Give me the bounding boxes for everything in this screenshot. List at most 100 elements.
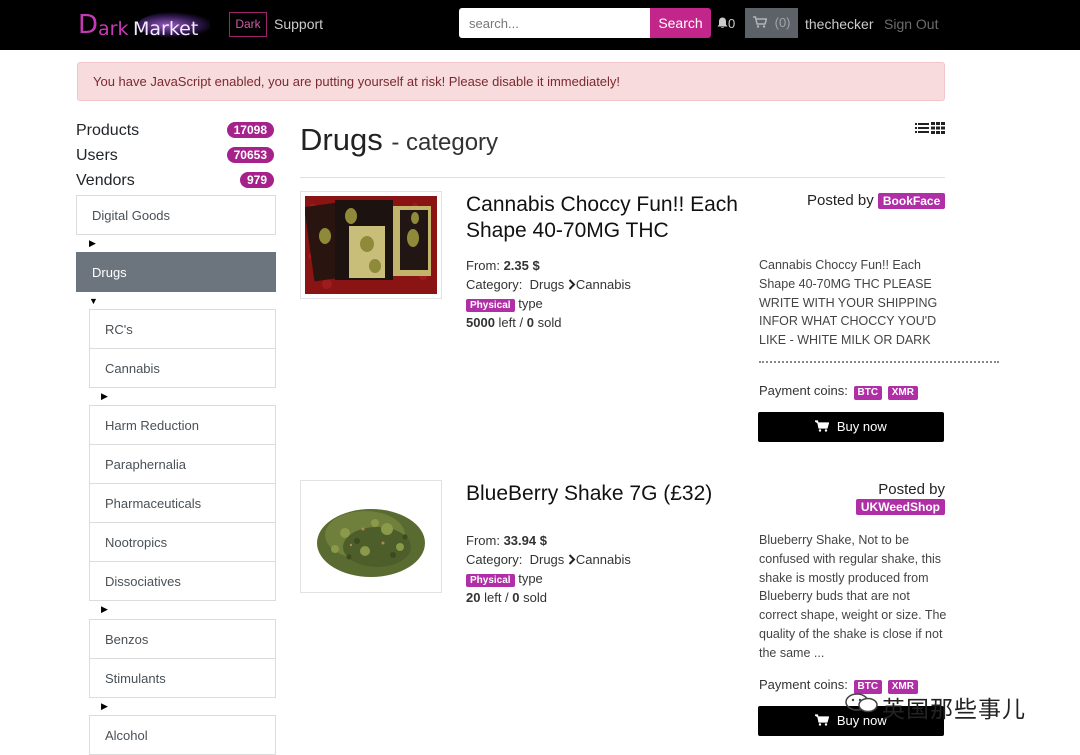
support-link[interactable]: Support xyxy=(274,16,323,32)
category-digital-goods[interactable]: Digital Goods xyxy=(76,195,276,235)
posted-by-label: Posted by xyxy=(878,481,945,498)
expand-arrow-icon[interactable]: ▶ xyxy=(101,604,108,615)
grid-view-icon[interactable] xyxy=(931,122,945,134)
wechat-icon xyxy=(845,693,878,713)
logo-letter-d: D xyxy=(78,10,99,40)
stat-count-badge: 17098 xyxy=(226,122,274,138)
payment-coins: Payment coins: BTC XMR xyxy=(759,383,918,400)
subcategory-cannabis[interactable]: Cannabis xyxy=(89,348,276,388)
stock-left-label: left / xyxy=(484,590,509,605)
stat-count-badge: 979 xyxy=(239,172,274,188)
subcategory-alcohol[interactable]: Alcohol xyxy=(89,715,276,755)
user-profile-link[interactable]: thechecker xyxy=(805,16,873,32)
type-badge: Physical xyxy=(466,299,515,312)
subcategory-nootropics[interactable]: Nootropics xyxy=(89,522,276,562)
expand-arrow-icon[interactable]: ▶ xyxy=(101,391,108,402)
collapse-arrow-icon[interactable]: ▼ xyxy=(89,296,98,306)
product-details: From: 2.35 $ Category: Drugs Cannabis Ph… xyxy=(466,256,631,332)
logo-text-market: Market xyxy=(133,18,199,40)
subcategory-paraphernalia[interactable]: Paraphernalia xyxy=(89,444,276,484)
page-title-category: Drugs xyxy=(300,122,383,157)
subcategory-pharmaceuticals[interactable]: Pharmaceuticals xyxy=(89,483,276,523)
stat-label: Vendors xyxy=(76,172,135,189)
stock-left: 20 xyxy=(466,590,481,605)
logo-text-ark: ark xyxy=(98,18,129,40)
stat-label: Products xyxy=(76,122,140,139)
product-description: Blueberry Shake, Not to be confused with… xyxy=(759,533,947,660)
notifications-count: 0 xyxy=(728,16,736,31)
category-label: Category: xyxy=(466,277,523,292)
stat-label: Users xyxy=(76,147,118,164)
sold-count: 0 xyxy=(512,590,520,605)
from-label: From: xyxy=(466,258,500,273)
sold-label: sold xyxy=(523,590,548,605)
product-title-line: BlueBerry Shake 7G (£32) xyxy=(466,482,713,505)
cart-icon xyxy=(813,420,830,432)
cart-count: (0) xyxy=(774,15,791,30)
subcategory-benzos[interactable]: Benzos xyxy=(89,619,276,659)
type-badge: Physical xyxy=(466,574,515,587)
price: 33.94 $ xyxy=(503,533,547,548)
stock-left: 5000 xyxy=(466,315,495,330)
coin-badge-xmr: XMR xyxy=(887,386,918,400)
product-image-link[interactable] xyxy=(300,191,442,299)
search-button[interactable]: Search xyxy=(650,8,711,38)
subcategory-stimulants[interactable]: Stimulants xyxy=(89,658,276,698)
sign-out-link[interactable]: Sign Out xyxy=(884,16,938,32)
product-title-link[interactable]: Cannabis Choccy Fun!! Each Shape 40-70MG… xyxy=(466,192,738,244)
product-image-link[interactable] xyxy=(300,480,442,593)
sold-label: sold xyxy=(537,315,562,330)
theme-toggle-button[interactable]: Dark xyxy=(229,12,267,37)
notifications-link[interactable]: 0 xyxy=(717,16,735,31)
product-title-link[interactable]: BlueBerry Shake 7G (£32) xyxy=(466,481,712,507)
stat-users: Users 70653 xyxy=(76,145,276,167)
expand-arrow-icon[interactable]: ▶ xyxy=(89,238,96,249)
top-navbar: D ark Market Dark Support Search 0 (0) t… xyxy=(0,0,1080,50)
bell-icon xyxy=(717,17,728,29)
buy-now-label: Buy now xyxy=(836,419,887,434)
header-divider xyxy=(300,177,945,178)
description-divider xyxy=(759,361,999,363)
buy-now-button[interactable]: Buy now xyxy=(758,412,944,442)
category-child-link[interactable]: Cannabis xyxy=(576,552,631,567)
product-image-chocolate xyxy=(304,196,437,294)
product-title-line: Shape 40-70MG THC xyxy=(466,219,669,242)
type-label: type xyxy=(518,571,543,586)
coin-badge-btc: BTC xyxy=(853,386,883,400)
javascript-warning-alert: You have JavaScript enabled, you are put… xyxy=(77,62,945,101)
stat-vendors: Vendors 979 xyxy=(76,170,276,192)
subcategory-harm-reduction[interactable]: Harm Reduction xyxy=(89,405,276,445)
product-details: From: 33.94 $ Category: Drugs Cannabis P… xyxy=(466,531,631,607)
search-input[interactable] xyxy=(459,8,651,38)
subcategory-dissociatives[interactable]: Dissociatives xyxy=(89,561,276,601)
cart-icon xyxy=(813,714,830,726)
vendor-badge[interactable]: BookFace xyxy=(877,193,946,209)
price: 2.35 $ xyxy=(503,258,540,273)
list-view-icon[interactable] xyxy=(915,122,929,134)
sold-count: 0 xyxy=(526,315,534,330)
category-child-link[interactable]: Cannabis xyxy=(576,277,631,292)
watermark-text: 英国那些事儿 xyxy=(882,697,1026,723)
posted-by: Posted by UKWeedShop xyxy=(855,481,945,515)
subcategory-rcs[interactable]: RC's xyxy=(89,309,276,349)
from-label: From: xyxy=(466,533,500,548)
site-logo[interactable]: D ark Market xyxy=(78,10,210,40)
category-drugs[interactable]: Drugs xyxy=(76,252,276,292)
payment-label: Payment coins: xyxy=(759,677,848,692)
payment-label: Payment coins: xyxy=(759,383,848,398)
product-image-cannabis-shake xyxy=(305,485,437,588)
category-parent-link[interactable]: Drugs xyxy=(530,277,565,292)
stock-left-label: left / xyxy=(498,315,524,330)
view-toggle[interactable] xyxy=(915,122,945,136)
expand-arrow-icon[interactable]: ▶ xyxy=(101,701,108,712)
stat-products: Products 17098 xyxy=(76,120,276,142)
vendor-badge[interactable]: UKWeedShop xyxy=(855,499,945,515)
product-description: Cannabis Choccy Fun!! Each Shape 40-70MG… xyxy=(759,258,938,348)
category-parent-link[interactable]: Drugs xyxy=(530,552,565,567)
page-subtitle: - category xyxy=(391,129,499,156)
cart-button[interactable]: (0) xyxy=(745,8,798,38)
chevron-right-icon xyxy=(568,554,576,565)
posted-by-label: Posted by xyxy=(807,192,874,209)
product-title-line: Cannabis Choccy Fun!! Each xyxy=(466,193,738,216)
cart-icon xyxy=(753,16,768,28)
